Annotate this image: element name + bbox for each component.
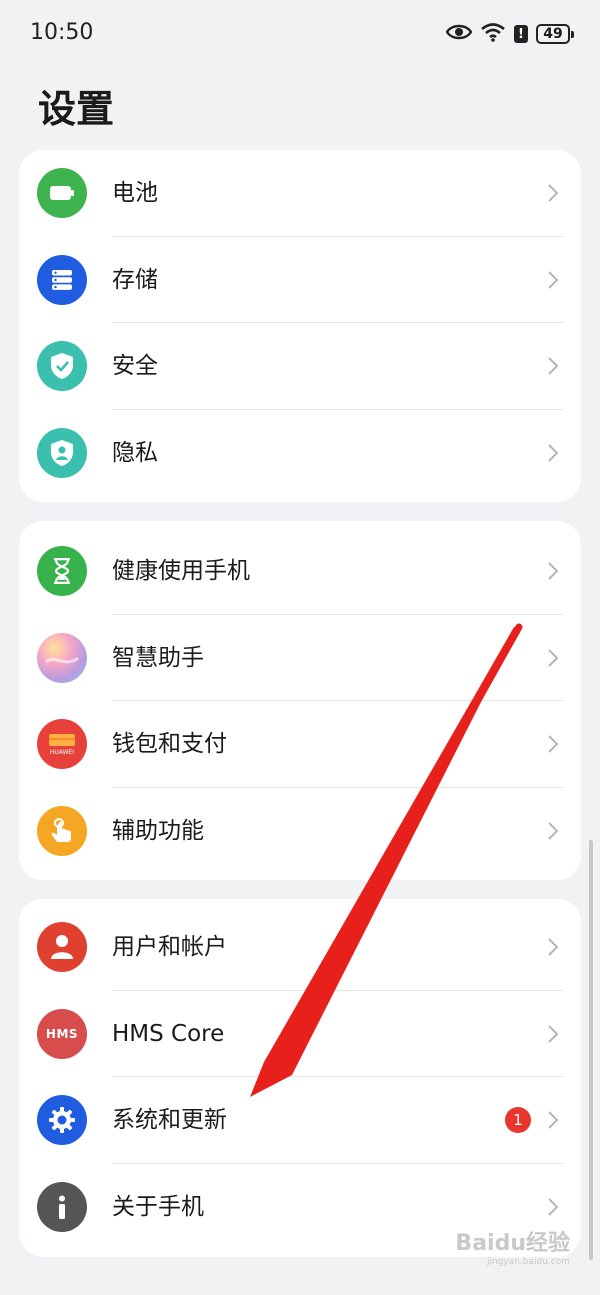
watermark: Baidu经验 jingyan.baidu.com [455, 1225, 570, 1267]
annotation-arrow [250, 623, 523, 1097]
watermark-text: Baidu经验 [455, 1231, 570, 1256]
watermark-subtext: jingyan.baidu.com [486, 1257, 570, 1267]
